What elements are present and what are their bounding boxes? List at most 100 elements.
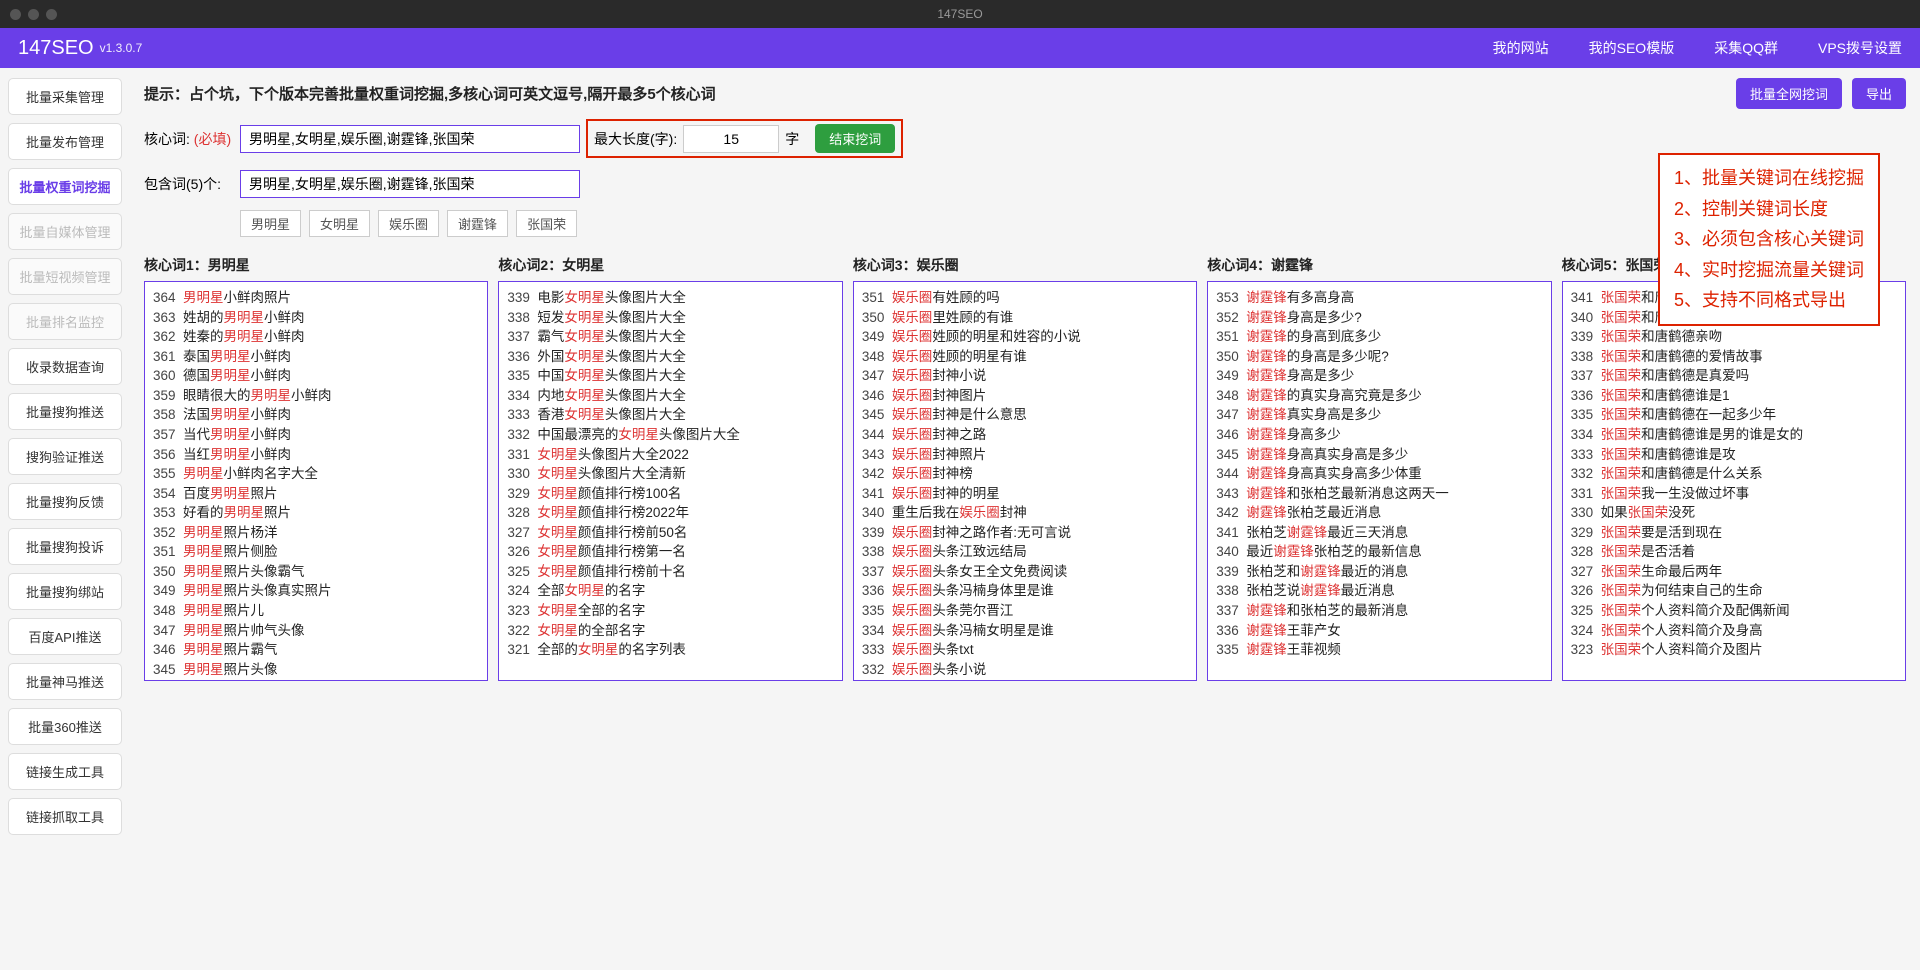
list-item[interactable]: 321全部的女明星的名字列表 [507,640,833,660]
list-item[interactable]: 327张国荣生命最后两年 [1571,562,1897,582]
list-item[interactable]: 331张国荣我一生没做过坏事 [1571,484,1897,504]
sidebar-item[interactable]: 批量搜狗投诉 [8,528,122,565]
sidebar-item[interactable]: 批量搜狗反馈 [8,483,122,520]
list-item[interactable]: 360德国男明星小鲜肉 [153,366,479,386]
list-item[interactable]: 337谢霆锋和张柏芝的最新消息 [1216,601,1542,621]
list-item[interactable]: 345谢霆锋身高真实身高是多少 [1216,445,1542,465]
list-item[interactable]: 334娱乐圈头条冯楠女明星是谁 [862,621,1188,641]
list-item[interactable]: 323张国荣个人资料简介及图片 [1571,640,1897,660]
maxlen-input[interactable] [683,125,779,153]
list-item[interactable]: 347娱乐圈封神小说 [862,366,1188,386]
list-item[interactable]: 346谢霆锋身高多少 [1216,425,1542,445]
list-item[interactable]: 348男明星照片儿 [153,601,479,621]
end-mining-button[interactable]: 结束挖词 [815,124,895,153]
list-item[interactable]: 336外国女明星头像图片大全 [507,347,833,367]
list-item[interactable]: 363姓胡的男明星小鲜肉 [153,308,479,328]
list-item[interactable]: 329张国荣要是活到现在 [1571,523,1897,543]
list-item[interactable]: 338短发女明星头像图片大全 [507,308,833,328]
list-item[interactable]: 333娱乐圈头条txt [862,640,1188,660]
list-item[interactable]: 339张柏芝和谢霆锋最近的消息 [1216,562,1542,582]
list-item[interactable]: 351谢霆锋的身高到底多少 [1216,327,1542,347]
list-item[interactable]: 345男明星照片头像 [153,660,479,680]
list-item[interactable]: 350娱乐圈里姓顾的有谁 [862,308,1188,328]
list-item[interactable]: 326张国荣为何结束自己的生命 [1571,581,1897,601]
list-item[interactable]: 339张国荣和唐鹤德亲吻 [1571,327,1897,347]
batch-mine-button[interactable]: 批量全网挖词 [1736,78,1842,109]
list-item[interactable]: 324全部女明星的名字 [507,581,833,601]
list-item[interactable]: 332娱乐圈头条小说 [862,660,1188,680]
list-item[interactable]: 355男明星小鲜肉名字大全 [153,464,479,484]
list-item[interactable]: 349男明星照片头像真实照片 [153,581,479,601]
list-item[interactable]: 348娱乐圈姓顾的明星有谁 [862,347,1188,367]
sidebar-item[interactable]: 批量短视频管理 [8,258,122,295]
list-item[interactable]: 350谢霆锋的身高是多少呢? [1216,347,1542,367]
nav-link[interactable]: 我的网站 [1493,40,1549,56]
list-item[interactable]: 340重生后我在娱乐圈封神 [862,503,1188,523]
list-item[interactable]: 351娱乐圈有姓顾的吗 [862,288,1188,308]
list-item[interactable]: 348谢霆锋的真实身高究竟是多少 [1216,386,1542,406]
list-item[interactable]: 344谢霆锋身高真实身高多少体重 [1216,464,1542,484]
nav-link[interactable]: 我的SEO模版 [1589,40,1675,56]
sidebar-item[interactable]: 批量搜狗绑站 [8,573,122,610]
keyword-tag[interactable]: 娱乐圈 [378,210,439,237]
contain-keywords-input[interactable] [240,170,580,198]
list-item[interactable]: 338张国荣和唐鹤德的爱情故事 [1571,347,1897,367]
sidebar-item[interactable]: 批量采集管理 [8,78,122,115]
list-item[interactable]: 334张国荣和唐鹤德谁是男的谁是女的 [1571,425,1897,445]
sidebar-item[interactable]: 批量权重词挖掘 [8,168,122,205]
list-item[interactable]: 343谢霆锋和张柏芝最新消息这两天一 [1216,484,1542,504]
list-item[interactable]: 334内地女明星头像图片大全 [507,386,833,406]
list-item[interactable]: 338娱乐圈头条江致远结局 [862,542,1188,562]
list-item[interactable]: 325女明星颜值排行榜前十名 [507,562,833,582]
list-item[interactable]: 332张国荣和唐鹤德是什么关系 [1571,464,1897,484]
list-item[interactable]: 336娱乐圈头条冯楠身体里是谁 [862,581,1188,601]
list-item[interactable]: 328张国荣是否活着 [1571,542,1897,562]
sidebar-item[interactable]: 批量自媒体管理 [8,213,122,250]
list-item[interactable]: 341娱乐圈封神的明星 [862,484,1188,504]
list-item[interactable]: 341张柏芝谢霆锋最近三天消息 [1216,523,1542,543]
sidebar-item[interactable]: 批量360推送 [8,708,122,745]
list-item[interactable]: 333香港女明星头像图片大全 [507,405,833,425]
sidebar-item[interactable]: 百度API推送 [8,618,122,655]
list-item[interactable]: 358法国男明星小鲜肉 [153,405,479,425]
sidebar-item[interactable]: 批量发布管理 [8,123,122,160]
list-item[interactable]: 361泰国男明星小鲜肉 [153,347,479,367]
list-item[interactable]: 325张国荣个人资料简介及配偶新闻 [1571,601,1897,621]
list-item[interactable]: 353谢霆锋有多高身高 [1216,288,1542,308]
list-item[interactable]: 337张国荣和唐鹤德是真爱吗 [1571,366,1897,386]
list-item[interactable]: 356当红男明星小鲜肉 [153,445,479,465]
list-item[interactable]: 333张国荣和唐鹤德谁是攻 [1571,445,1897,465]
list-item[interactable]: 353好看的男明星照片 [153,503,479,523]
list-item[interactable]: 338张柏芝说谢霆锋最近消息 [1216,581,1542,601]
list-item[interactable]: 342谢霆锋张柏芝最近消息 [1216,503,1542,523]
list-item[interactable]: 332中国最漂亮的女明星头像图片大全 [507,425,833,445]
sidebar-item[interactable]: 批量搜狗推送 [8,393,122,430]
list-item[interactable]: 357当代男明星小鲜肉 [153,425,479,445]
sidebar-item[interactable]: 搜狗验证推送 [8,438,122,475]
list-item[interactable]: 350男明星照片头像霸气 [153,562,479,582]
list-item[interactable]: 323女明星全部的名字 [507,601,833,621]
keyword-tag[interactable]: 男明星 [240,210,301,237]
list-item[interactable]: 335张国荣和唐鹤德在一起多少年 [1571,405,1897,425]
keyword-tag[interactable]: 女明星 [309,210,370,237]
list-item[interactable]: 326女明星颜值排行榜第一名 [507,542,833,562]
list-item[interactable]: 349娱乐圈姓顾的明星和姓容的小说 [862,327,1188,347]
sidebar-item[interactable]: 收录数据查询 [8,348,122,385]
sidebar-item[interactable]: 批量神马推送 [8,663,122,700]
list-item[interactable]: 330女明星头像图片大全清新 [507,464,833,484]
list-item[interactable]: 345娱乐圈封神是什么意思 [862,405,1188,425]
list-item[interactable]: 324张国荣个人资料简介及身高 [1571,621,1897,641]
list-item[interactable]: 335娱乐圈头条莞尔晋江 [862,601,1188,621]
list-item[interactable]: 347男明星照片帅气头像 [153,621,479,641]
sidebar-item[interactable]: 批量排名监控 [8,303,122,340]
list-item[interactable]: 337霸气女明星头像图片大全 [507,327,833,347]
list-item[interactable]: 351男明星照片侧脸 [153,542,479,562]
list-item[interactable]: 340最近谢霆锋张柏芝的最新信息 [1216,542,1542,562]
list-item[interactable]: 352男明星照片杨洋 [153,523,479,543]
list-item[interactable]: 354百度男明星照片 [153,484,479,504]
list-item[interactable]: 329女明星颜值排行榜100名 [507,484,833,504]
sidebar-item[interactable]: 链接抓取工具 [8,798,122,835]
list-item[interactable]: 327女明星颜值排行榜前50名 [507,523,833,543]
list-item[interactable]: 330如果张国荣没死 [1571,503,1897,523]
list-item[interactable]: 335中国女明星头像图片大全 [507,366,833,386]
